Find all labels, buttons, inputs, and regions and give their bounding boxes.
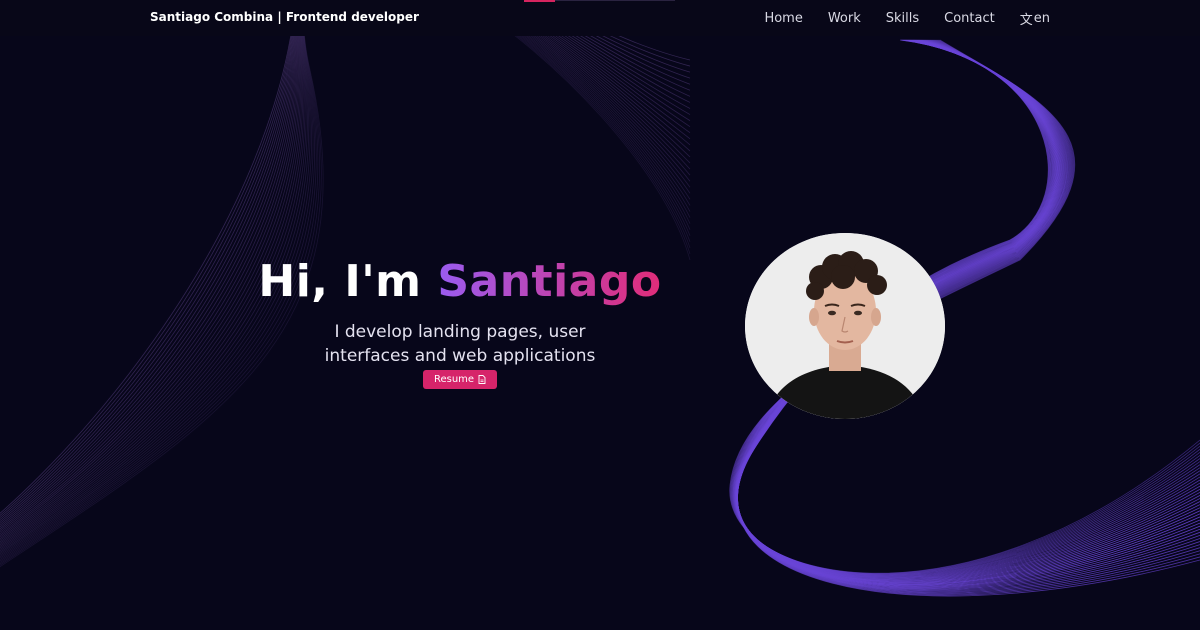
nav-contact-link[interactable]: Contact xyxy=(944,11,995,26)
nav-home-link[interactable]: Home xyxy=(764,11,802,26)
brand-title[interactable]: Santiago Combina | Frontend developer xyxy=(150,10,419,24)
translate-icon: 文 xyxy=(1019,13,1033,28)
nav-accent-line xyxy=(555,0,675,1)
hero-name: Santiago xyxy=(437,256,662,307)
language-label: en xyxy=(1033,11,1050,26)
resume-button[interactable]: Resume xyxy=(423,370,497,389)
nav-work-link[interactable]: Work xyxy=(828,11,861,26)
profile-photo xyxy=(745,233,945,419)
hero-greeting: Hi, I'm xyxy=(258,256,438,307)
nav-links: Home Work Skills Contact 文 en xyxy=(764,9,1050,28)
resume-label: Resume xyxy=(433,374,475,385)
nav-accent-bar xyxy=(524,0,555,2)
portrait-illustration xyxy=(745,233,945,419)
background-wave-lines xyxy=(0,0,1200,597)
nav-skills-link[interactable]: Skills xyxy=(886,11,919,26)
language-switcher[interactable]: 文 en xyxy=(1020,9,1050,28)
document-icon xyxy=(478,375,486,384)
page: Santiago Combina | Frontend developer Ho… xyxy=(0,0,1200,630)
top-navbar: Santiago Combina | Frontend developer Ho… xyxy=(0,0,1200,36)
